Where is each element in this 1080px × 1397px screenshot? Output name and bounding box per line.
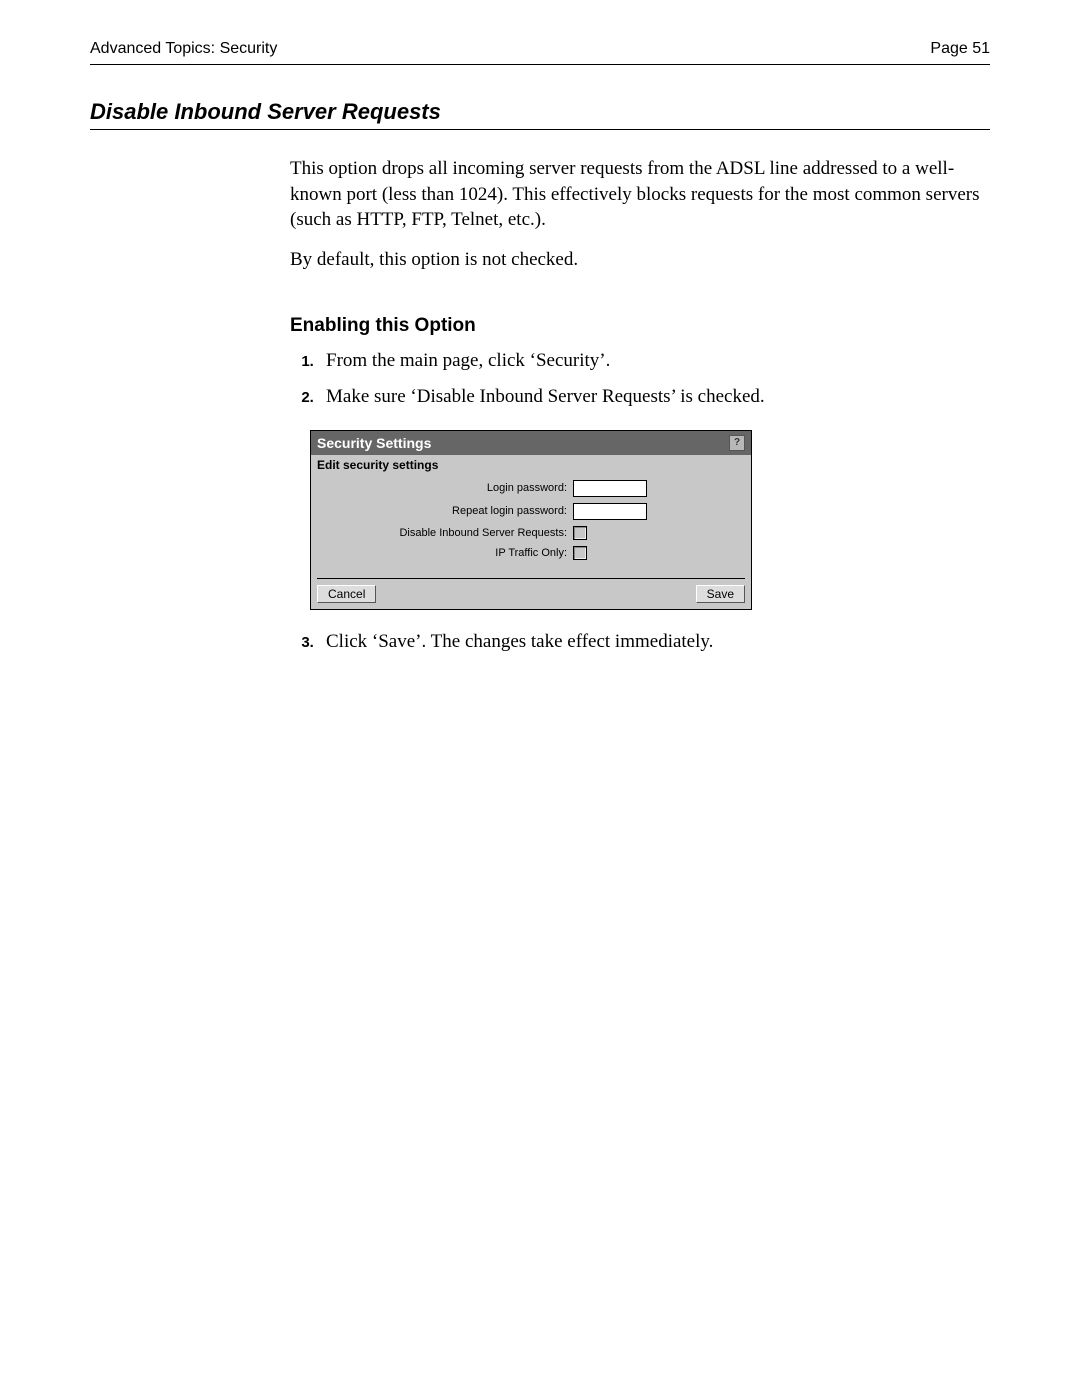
steps-list: From the main page, click ‘Security’. Ma…: [290, 347, 990, 412]
save-button[interactable]: Save: [696, 585, 745, 603]
running-header: Advanced Topics: Security Page 51: [90, 40, 990, 65]
paragraph-1: This option drops all incoming server re…: [290, 156, 990, 233]
subheading-enabling-option: Enabling this Option: [290, 315, 990, 337]
body-text: This option drops all incoming server re…: [290, 156, 990, 273]
header-right: Page 51: [930, 40, 990, 58]
row-ip-only: IP Traffic Only:: [317, 546, 745, 560]
label-ip-only: IP Traffic Only:: [317, 547, 573, 559]
step-1: From the main page, click ‘Security’.: [318, 347, 990, 376]
panel-subtitle: Edit security settings: [311, 455, 751, 478]
header-left: Advanced Topics: Security: [90, 40, 277, 58]
login-password-input[interactable]: [573, 480, 647, 497]
label-disable-inbound: Disable Inbound Server Requests:: [317, 527, 573, 539]
row-repeat-password: Repeat login password:: [317, 503, 745, 520]
disable-inbound-checkbox[interactable]: [573, 526, 587, 540]
form-rows: Login password: Repeat login password: D…: [311, 478, 751, 572]
paragraph-2: By default, this option is not checked.: [290, 247, 990, 273]
repeat-password-input[interactable]: [573, 503, 647, 520]
row-disable-inbound: Disable Inbound Server Requests:: [317, 526, 745, 540]
ip-only-checkbox[interactable]: [573, 546, 587, 560]
step-3: Click ‘Save’. The changes take effect im…: [318, 628, 990, 657]
steps-list-continued: Click ‘Save’. The changes take effect im…: [290, 628, 990, 657]
cancel-button[interactable]: Cancel: [317, 585, 376, 603]
security-settings-panel: Security Settings ? Edit security settin…: [310, 430, 752, 610]
document-page: Advanced Topics: Security Page 51 Disabl…: [0, 0, 1080, 1397]
section-heading: Disable Inbound Server Requests: [90, 99, 990, 130]
help-icon[interactable]: ?: [729, 435, 745, 451]
label-login-password: Login password:: [317, 482, 573, 494]
panel-header: Security Settings ?: [311, 431, 751, 455]
row-login-password: Login password:: [317, 480, 745, 497]
label-repeat-password: Repeat login password:: [317, 505, 573, 517]
panel-actions: Cancel Save: [317, 578, 745, 609]
step-2: Make sure ‘Disable Inbound Server Reques…: [318, 383, 990, 412]
panel-title: Security Settings: [317, 435, 431, 451]
